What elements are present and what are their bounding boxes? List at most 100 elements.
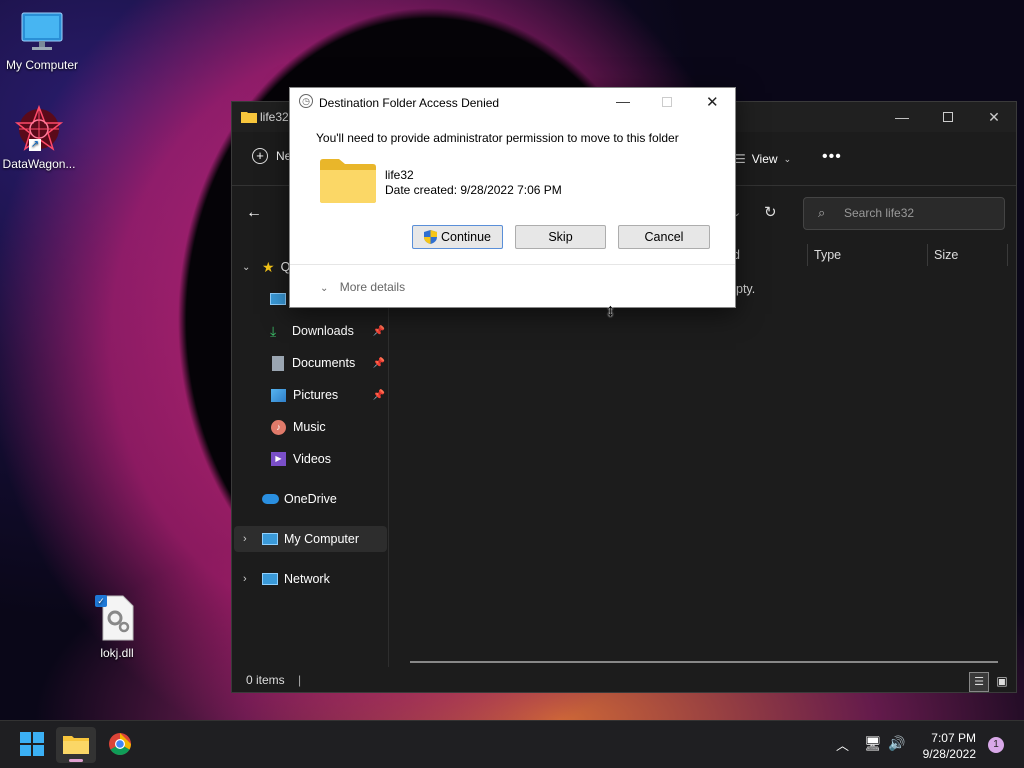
dialog-message: You'll need to provide administrator per… <box>316 131 679 145</box>
resize-cursor-icon: ↕ <box>606 300 615 320</box>
search-icon: ⌕ <box>818 205 826 220</box>
checkbox-icon[interactable]: ✓ <box>95 595 107 607</box>
file-name: life32 <box>385 168 414 182</box>
clock-date: 9/28/2022 <box>922 747 976 761</box>
nav-item-label: Network <box>284 572 330 586</box>
desktop-icon-label: DataWagon... <box>2 157 76 171</box>
plus-circle-icon: + <box>252 148 268 164</box>
status-text: 0 items <box>246 673 285 687</box>
desktop-icon-datawagon[interactable]: ↗ DataWagon... <box>0 104 81 171</box>
view-button[interactable]: ☰ View ⌄ <box>735 152 791 166</box>
desktop-icon-label: My Computer <box>5 58 79 72</box>
notification-badge[interactable]: 1 <box>988 737 1004 753</box>
dialog-close-button[interactable]: ✕ <box>706 93 719 111</box>
star-icon: ★ <box>262 258 275 275</box>
nav-item-pictures[interactable]: Pictures 📌 <box>234 382 387 408</box>
chevron-down-icon: ⌄ <box>242 261 251 273</box>
chevron-right-icon: › <box>243 533 247 545</box>
tiles-view-button[interactable]: ▣ <box>992 672 1012 692</box>
details-view-icon: ☰ <box>974 676 984 688</box>
nav-item-onedrive[interactable]: OneDrive <box>234 486 387 512</box>
maximize-button[interactable] <box>925 102 971 132</box>
new-button[interactable]: + Ne <box>252 148 291 164</box>
pin-icon: 📌 <box>372 389 385 401</box>
dialog-title-bar[interactable]: ◷ Destination Folder Access Denied — ✕ <box>290 88 735 116</box>
nav-item-label: Pictures <box>293 388 339 402</box>
dll-file-icon: ✓ <box>95 594 137 642</box>
nav-item-documents[interactable]: Documents 📌 <box>234 350 387 376</box>
music-icon: ♪ <box>271 419 286 435</box>
taskbar-chrome[interactable] <box>100 727 140 763</box>
folder-icon <box>63 734 89 757</box>
close-icon: ✕ <box>988 108 1000 125</box>
explorer-title: life32 <box>260 110 289 124</box>
monitor-icon <box>20 10 64 54</box>
chevron-right-icon: › <box>243 573 247 585</box>
dialog-maximize-button <box>662 97 672 107</box>
view-button-label: View <box>751 152 778 166</box>
desktop-icon-my-computer[interactable]: My Computer <box>0 10 84 72</box>
nav-item-my-computer[interactable]: › My Computer <box>234 526 387 552</box>
nav-item-label: OneDrive <box>284 492 337 506</box>
clock-icon: ◷ <box>299 94 313 108</box>
nav-item-videos[interactable]: ▶ Videos <box>234 446 387 472</box>
taskbar-file-explorer[interactable] <box>56 727 96 763</box>
close-button[interactable]: ✕ <box>971 102 1017 132</box>
minimize-icon: — <box>895 109 909 125</box>
dialog-divider <box>290 264 735 265</box>
back-arrow-icon: ← <box>246 204 262 221</box>
start-button[interactable] <box>12 727 52 763</box>
dialog-file-info: life32 Date created: 9/28/2022 7:06 PM <box>385 168 562 198</box>
refresh-icon: ↻ <box>764 204 777 221</box>
continue-button[interactable]: Continue <box>412 225 503 249</box>
search-input[interactable]: Search life32 <box>803 197 1005 230</box>
chevron-down-icon: ⌄ <box>783 153 792 164</box>
active-indicator <box>69 759 83 762</box>
nav-item-downloads[interactable]: ⤓ Downloads 📌 <box>234 318 387 344</box>
empty-folder-text: pty. <box>736 282 756 296</box>
nav-item-network[interactable]: › Network <box>234 566 387 592</box>
more-details-toggle[interactable]: ⌄ More details <box>320 280 405 294</box>
horizontal-scrollbar[interactable] <box>410 661 998 663</box>
pin-icon: 📌 <box>372 325 385 337</box>
access-denied-dialog: ◷ Destination Folder Access Denied — ✕ Y… <box>289 87 736 308</box>
desktop-icon-lokj-dll[interactable]: ✓ lokj.dll <box>75 594 159 660</box>
taskbar-clock[interactable]: 7:07 PM 9/28/2022 <box>923 730 976 762</box>
windows-logo-icon <box>20 731 44 759</box>
refresh-button[interactable]: ↻ <box>764 203 777 221</box>
video-icon: ▶ <box>271 452 286 466</box>
download-arrow-icon: ⤓ <box>270 322 277 339</box>
notification-count: 1 <box>993 739 999 750</box>
back-button[interactable]: ← <box>246 204 262 222</box>
maximize-icon <box>943 112 953 122</box>
skip-button[interactable]: Skip <box>515 225 606 249</box>
chevron-up-icon: ︿ <box>836 738 850 753</box>
network-monitor-icon: 🖥 <box>864 735 882 751</box>
column-header-size[interactable]: Size <box>928 244 1008 266</box>
nav-item-music[interactable]: ♪ Music <box>234 414 387 440</box>
view-list-icon: ☰ <box>735 152 746 166</box>
volume-button[interactable]: 🔊 <box>888 735 905 752</box>
nav-item-label: Videos <box>293 452 331 466</box>
desktop-icon <box>270 293 286 305</box>
nav-item-label: Documents <box>292 356 356 370</box>
show-hidden-icons-button[interactable]: ︿ <box>836 735 849 754</box>
pin-icon: 📌 <box>372 357 385 369</box>
cancel-button[interactable]: Cancel <box>618 225 710 249</box>
network-status-button[interactable]: 🖥 <box>864 735 882 752</box>
dialog-minimize-button[interactable]: — <box>616 93 630 109</box>
status-divider: | <box>298 673 302 687</box>
skip-button-label: Skip <box>548 230 573 244</box>
more-details-label: More details <box>339 280 406 294</box>
clock-time: 7:07 PM <box>931 731 976 745</box>
column-header-type[interactable]: Type <box>808 244 928 266</box>
minimize-button[interactable]: — <box>879 102 925 132</box>
desktop-icon-label: lokj.dll <box>100 646 134 660</box>
details-view-button[interactable]: ☰ <box>969 672 989 692</box>
more-options-button[interactable]: ••• <box>822 148 842 166</box>
folder-icon <box>319 158 377 207</box>
monitor-icon <box>262 533 278 545</box>
shortcut-arrow-icon: ↗ <box>29 139 41 151</box>
cancel-button-label: Cancel <box>644 230 684 244</box>
nav-item-label: My Computer <box>284 532 360 546</box>
